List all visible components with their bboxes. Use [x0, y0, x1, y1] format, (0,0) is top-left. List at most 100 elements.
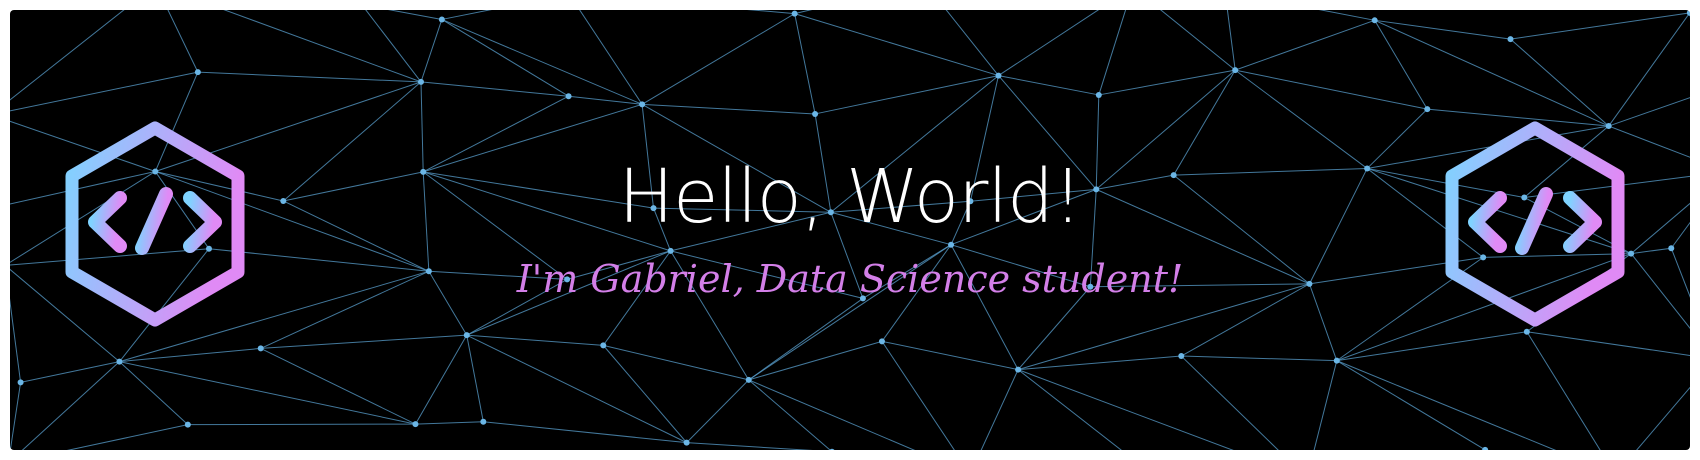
mesh-edge	[197, 71, 422, 83]
mesh-node	[1178, 353, 1185, 360]
mesh-edge	[260, 347, 416, 425]
mesh-node	[1095, 91, 1102, 98]
mesh-node	[565, 93, 572, 100]
mesh-node	[257, 345, 264, 352]
mesh-edge	[483, 421, 687, 444]
mesh-node	[116, 358, 123, 365]
mesh-node	[1015, 366, 1022, 373]
mesh-node	[184, 421, 191, 428]
intro-subtitle: I'm Gabriel, Data Science student!	[516, 257, 1184, 301]
mesh-edge	[119, 361, 416, 425]
mesh-node	[1333, 357, 1340, 364]
mesh-edge	[686, 379, 750, 443]
mesh-edge	[420, 81, 569, 97]
mesh-node	[17, 379, 24, 386]
mesh-edge	[466, 334, 604, 346]
mesh-edge	[642, 103, 816, 115]
mesh-edge	[603, 344, 749, 381]
mesh-node	[1686, 10, 1690, 16]
mesh-edge	[1336, 331, 1527, 362]
mesh-edge	[10, 10, 125, 101]
mesh-node	[667, 247, 674, 254]
mesh-node	[1507, 36, 1514, 43]
mesh-edge	[420, 19, 443, 83]
mesh-node	[948, 241, 955, 248]
mesh-edge	[746, 10, 795, 15]
mesh-edge	[686, 442, 813, 450]
mesh-node	[1668, 245, 1675, 252]
mesh-node	[812, 110, 819, 117]
mesh-edge	[1180, 355, 1279, 450]
mesh-edge	[1336, 360, 1486, 450]
mesh-edge	[794, 10, 813, 15]
mesh-node	[791, 10, 798, 17]
mesh-edge	[579, 10, 643, 105]
mesh-edge	[1098, 10, 1127, 96]
mesh-edge	[21, 361, 120, 450]
mesh-edge	[1235, 19, 1375, 71]
mesh-node	[995, 72, 1002, 79]
mesh-node	[1232, 67, 1239, 74]
mesh-node	[1424, 106, 1431, 113]
mesh-edge	[1526, 331, 1601, 450]
mesh-edge	[881, 340, 1019, 371]
mesh-edge	[1374, 20, 1428, 110]
mesh-edge	[1234, 69, 1368, 169]
mesh-edge	[602, 345, 688, 443]
mesh-node	[412, 421, 419, 428]
mesh-edge	[1336, 360, 1557, 450]
mesh-edge	[441, 19, 569, 97]
mesh-edge	[1226, 10, 1236, 71]
mesh-edge	[466, 335, 484, 422]
mesh-edge	[794, 13, 816, 115]
mesh-edge	[441, 10, 492, 20]
mesh-edge	[260, 334, 467, 349]
mesh-edge	[1017, 369, 1234, 450]
mesh-node	[194, 69, 201, 76]
mesh-edge	[641, 13, 795, 105]
mesh-edge	[748, 379, 916, 450]
mesh-edge	[1098, 69, 1236, 96]
mesh-node	[1482, 446, 1489, 450]
mesh-edge	[1608, 12, 1690, 127]
mesh-edge	[945, 10, 999, 76]
mesh-edge	[1526, 331, 1690, 356]
mesh-edge	[415, 421, 484, 425]
mesh-edge	[1017, 369, 1122, 450]
header-banner: Hello, World! I'm Gabriel, Data Science …	[10, 10, 1690, 450]
mesh-edge	[420, 81, 424, 172]
mesh-edge	[1510, 12, 1690, 40]
mesh-edge	[794, 13, 999, 77]
mesh-node	[639, 101, 646, 108]
mesh-edge	[10, 71, 198, 112]
mesh-edge	[441, 18, 643, 105]
mesh-node	[417, 78, 424, 85]
mesh-node	[878, 338, 885, 345]
mesh-edge	[20, 361, 120, 383]
mesh-edge	[881, 341, 955, 450]
mesh-edge	[814, 75, 999, 115]
mesh-node	[745, 376, 752, 383]
mesh-edge	[568, 95, 643, 105]
mesh-edge	[167, 10, 199, 73]
mesh-edge	[187, 423, 416, 426]
mesh-edge	[466, 334, 687, 444]
mesh-edge	[1318, 10, 1375, 21]
mesh-edge	[748, 340, 883, 381]
mesh-edge	[387, 10, 442, 20]
mesh-edge	[998, 75, 1099, 96]
mesh-edge	[1160, 10, 1236, 71]
mesh-edge	[1636, 386, 1690, 450]
mesh-edge	[10, 382, 22, 450]
mesh-edge	[1313, 360, 1338, 450]
mesh-node	[480, 418, 487, 425]
mesh-edge	[1510, 38, 1610, 127]
mesh-node	[438, 16, 445, 23]
mesh-edge	[748, 379, 831, 450]
mesh-edge	[1181, 355, 1337, 362]
mesh-edge	[998, 10, 1100, 76]
mesh-node	[463, 332, 470, 339]
mesh-node	[683, 439, 690, 446]
mesh-edge	[748, 298, 864, 381]
mesh-edge	[980, 369, 1019, 450]
